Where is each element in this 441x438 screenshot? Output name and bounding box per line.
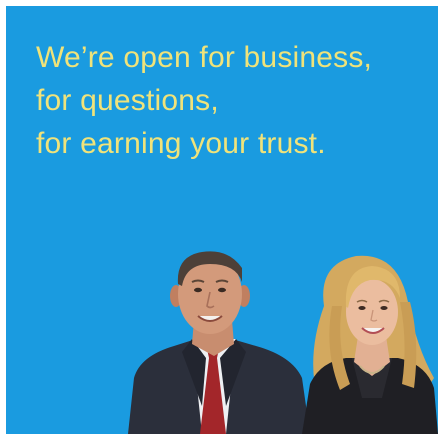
people-photo bbox=[128, 251, 438, 434]
man-figure bbox=[128, 251, 310, 434]
woman-figure bbox=[302, 255, 438, 434]
promo-banner: We’re open for business, for questions, … bbox=[6, 6, 438, 434]
